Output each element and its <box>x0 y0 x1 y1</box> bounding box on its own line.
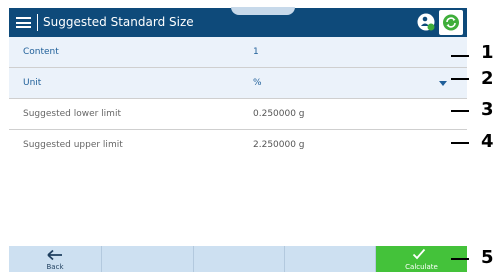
callout-line <box>451 258 469 260</box>
app-screen: Suggested Standard Size Content 1 Unit % <box>9 7 467 272</box>
empty-button-slot <box>194 246 285 272</box>
callout-number: 4 <box>481 131 494 152</box>
dropdown-arrow-icon[interactable] <box>439 81 447 86</box>
pull-down-tab[interactable] <box>231 7 295 15</box>
sync-icon <box>443 14 459 31</box>
empty-content-area <box>9 160 467 246</box>
row-label: Content <box>23 47 59 57</box>
arrow-left-icon <box>47 249 62 261</box>
row-value: % <box>253 78 262 88</box>
callout-line <box>451 110 469 112</box>
empty-button-slot <box>285 246 376 272</box>
action-bar: Back Calculate <box>9 246 467 272</box>
row-upper-limit: Suggested upper limit 2.250000 g <box>9 130 467 161</box>
title-separator <box>37 14 38 31</box>
row-value: 0.250000 g <box>253 109 305 119</box>
row-unit[interactable]: Unit % <box>9 68 467 99</box>
page-title: Suggested Standard Size <box>43 15 194 29</box>
callout-number: 5 <box>481 247 494 268</box>
callout-line <box>451 55 469 57</box>
user-status-icon[interactable] <box>417 13 436 32</box>
sync-button[interactable] <box>439 10 463 35</box>
back-label: Back <box>46 263 64 271</box>
row-label: Suggested upper limit <box>23 140 123 150</box>
callout-line <box>451 78 469 80</box>
title-bar: Suggested Standard Size <box>9 7 467 37</box>
settings-list: Content 1 Unit % Suggested lower limit 0… <box>9 37 467 161</box>
calculate-label: Calculate <box>405 263 438 271</box>
row-value: 2.250000 g <box>253 140 305 150</box>
callout-number: 1 <box>481 42 494 63</box>
row-value: 1 <box>253 47 259 57</box>
row-label: Suggested lower limit <box>23 109 121 119</box>
row-lower-limit: Suggested lower limit 0.250000 g <box>9 99 467 130</box>
empty-button-slot <box>102 246 194 272</box>
hamburger-menu-icon[interactable] <box>16 17 31 28</box>
back-button[interactable]: Back <box>9 246 102 272</box>
callout-line <box>451 142 469 144</box>
row-content[interactable]: Content 1 <box>9 37 467 68</box>
callout-number: 2 <box>481 68 494 89</box>
row-label: Unit <box>23 78 42 88</box>
checkmark-icon <box>412 248 426 260</box>
callout-number: 3 <box>481 99 494 120</box>
